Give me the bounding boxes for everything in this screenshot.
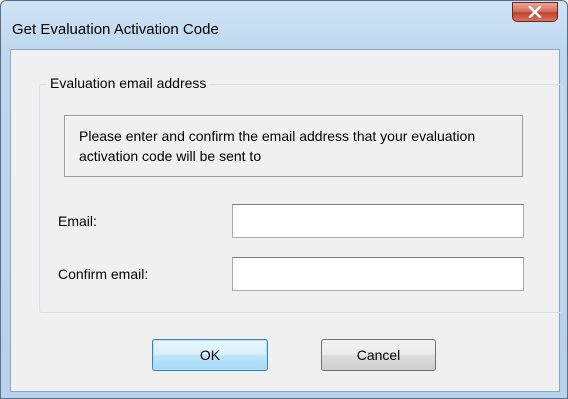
dialog-window: Get Evaluation Activation Code Evaluatio…: [0, 0, 568, 399]
group-label: Evaluation email address: [47, 75, 210, 91]
email-input[interactable]: [232, 204, 524, 238]
info-message: Please enter and confirm the email addre…: [64, 115, 523, 177]
confirm-email-label: Confirm email:: [58, 266, 149, 282]
close-button[interactable]: [512, 2, 558, 22]
confirm-email-input[interactable]: [232, 257, 524, 291]
cancel-button[interactable]: Cancel: [321, 339, 436, 371]
ok-button[interactable]: OK: [152, 339, 268, 371]
window-title: Get Evaluation Activation Code: [12, 21, 219, 38]
email-group-box: Evaluation email address Please enter an…: [39, 75, 563, 313]
email-label: Email:: [58, 213, 97, 229]
dialog-body: Evaluation email address Please enter an…: [10, 49, 563, 392]
close-icon: [528, 6, 542, 18]
